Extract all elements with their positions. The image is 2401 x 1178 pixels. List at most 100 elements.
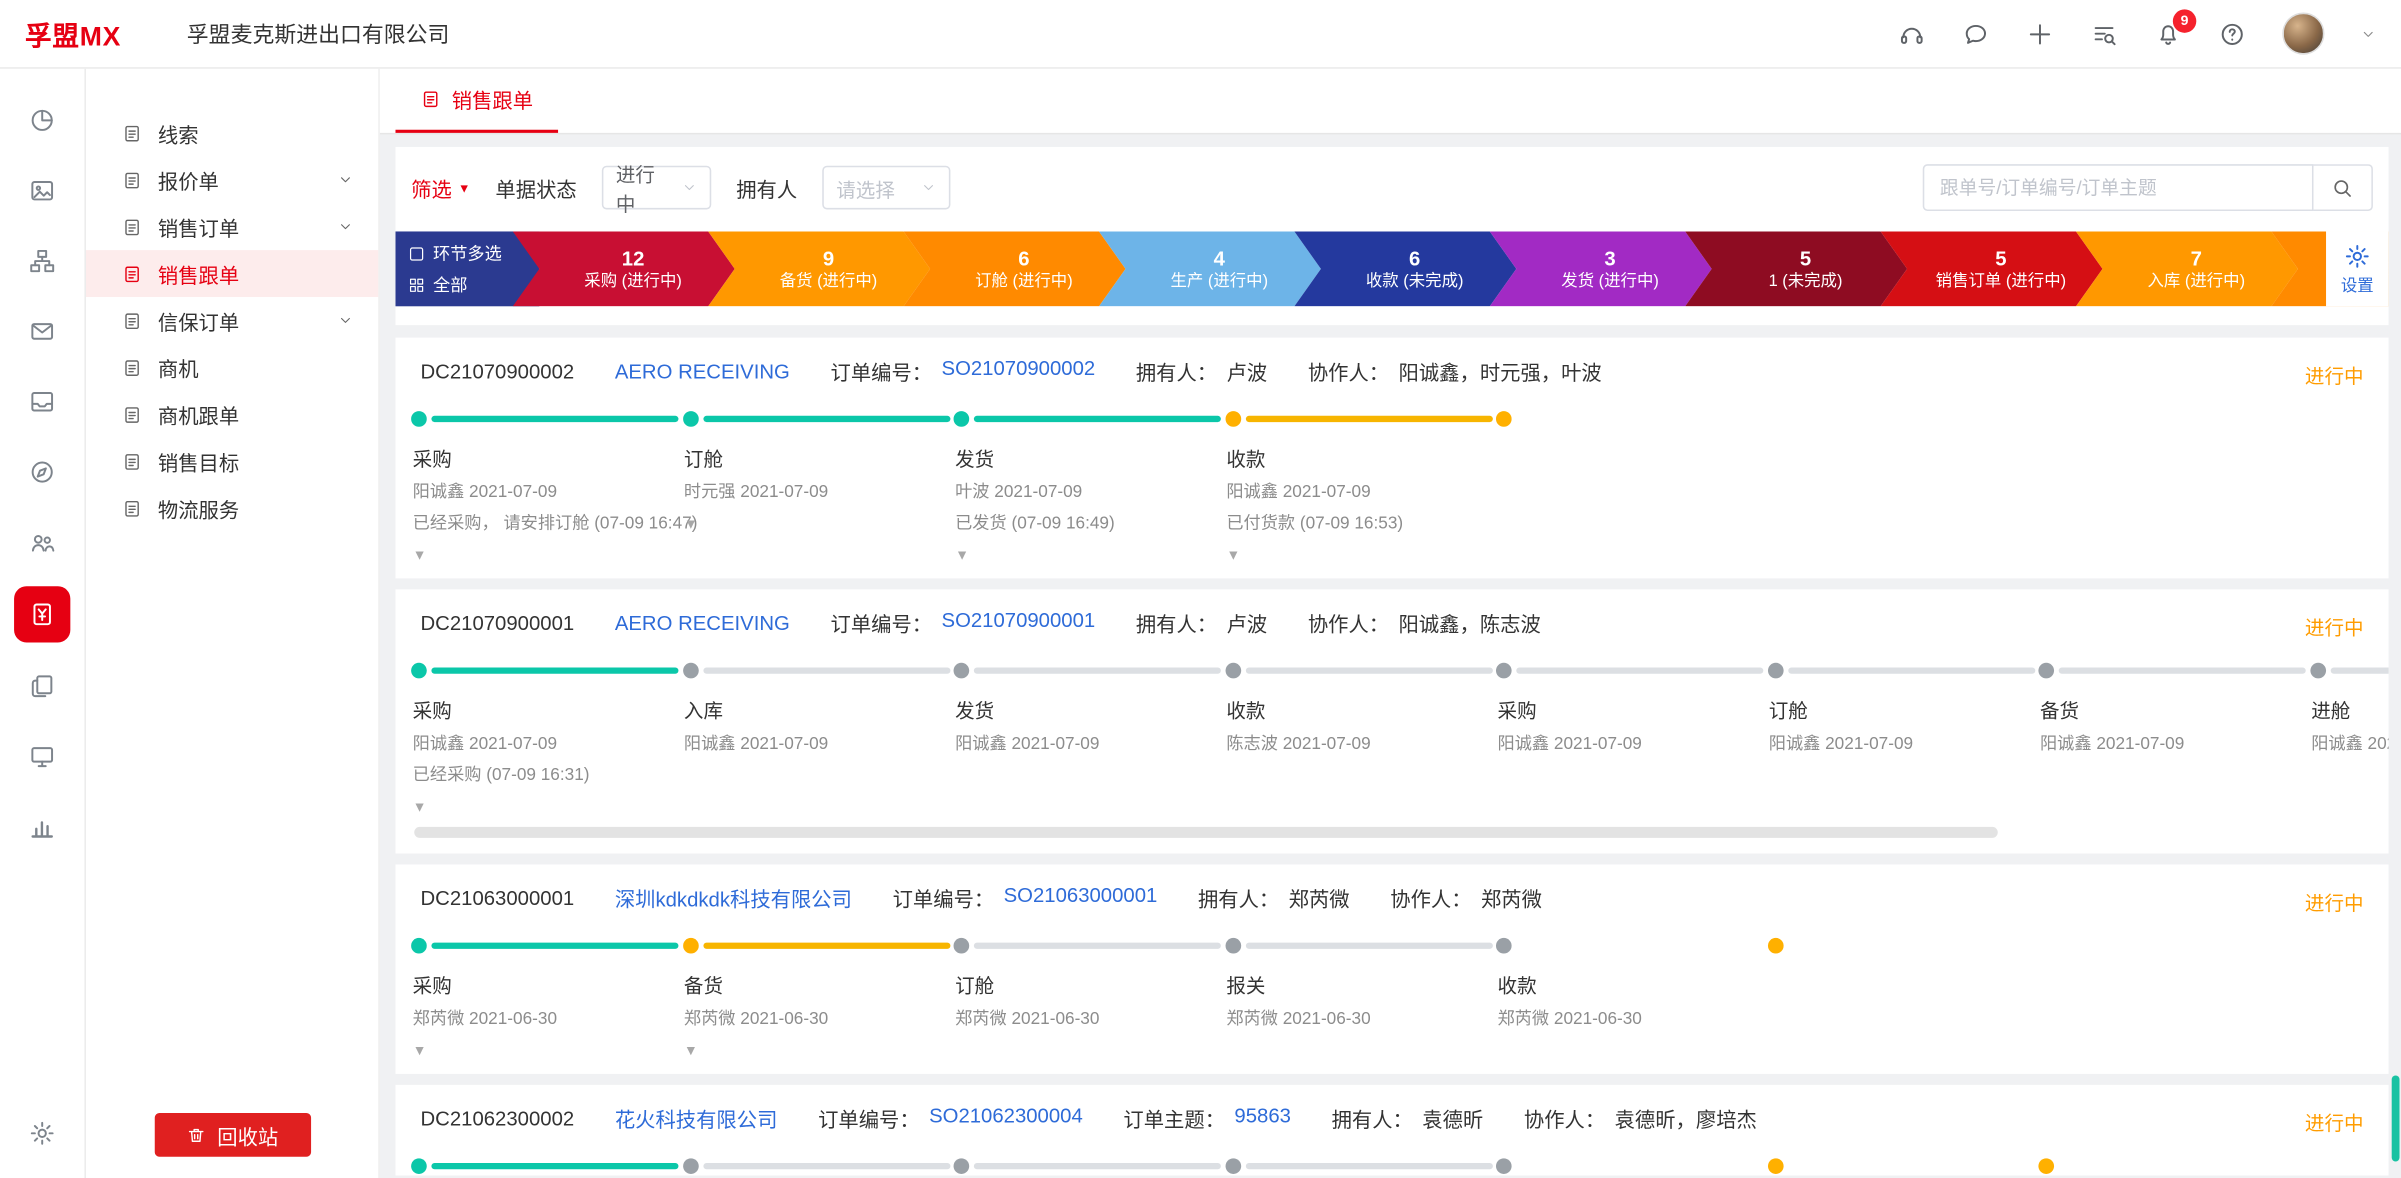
tab-sales-tracking[interactable]: 销售跟单 [395,69,558,133]
flow-stage-6[interactable]: 51 (未完成) [1685,231,1907,306]
expand-arrow[interactable]: ▼ [684,516,709,532]
rail-item-image[interactable] [14,164,70,217]
step-owner-date: 阳诚鑫 2021-07-09 [413,730,683,755]
timeline-dot [1225,1158,1241,1174]
help-icon[interactable] [2218,20,2246,48]
all-stages-toggle[interactable]: 全部 [408,272,539,297]
settings-gear-icon[interactable] [14,1107,70,1160]
search-button[interactable] [2314,164,2373,211]
flow-stage-label: 采购 (进行中) [584,270,682,292]
field-value[interactable]: SO21063000001 [1004,883,1158,913]
recycle-bin-button[interactable]: 回收站 [154,1113,310,1157]
rail-item-mail[interactable] [14,305,70,358]
flow-stage-4[interactable]: 6收款 (未完成) [1294,231,1516,306]
timeline-dot [954,938,970,954]
timeline-dot [1767,938,1783,954]
customer-link[interactable]: AERO RECEIVING [615,611,790,634]
step-name: 订舱 [684,442,954,472]
field-value[interactable]: SO21070900001 [942,608,1096,638]
customer-link[interactable]: 花火科技有限公司 [615,1104,778,1134]
flow-settings-button[interactable]: 设置 [2326,231,2389,306]
step-name: 收款 [1226,442,1496,472]
headset-icon[interactable] [1898,20,1926,48]
flow-stage-5[interactable]: 3发货 (进行中) [1490,231,1712,306]
timeline-line [431,667,678,673]
sidebar-item-2[interactable]: 销售订单 [86,203,378,250]
app-logo: 孚盟MX [25,14,121,53]
sidebar-item-6[interactable]: 商机跟单 [86,391,378,438]
flow-stage-7[interactable]: 5销售订单 (进行中) [1881,231,2103,306]
trash-icon [186,1125,206,1145]
timeline-dot [1496,411,1512,427]
expand-arrow[interactable]: ▼ [413,1043,438,1059]
flow-stage-1[interactable]: 9备货 (进行中) [708,231,930,306]
chevron-down-icon [338,313,354,329]
sidebar-item-4[interactable]: 信保订单 [86,297,378,344]
field-value[interactable]: SO21062300004 [929,1104,1083,1134]
vertical-scrollbar[interactable] [2392,1075,2400,1161]
rail-item-sales-doc[interactable] [14,586,70,642]
tracking-number: DC21063000001 [421,886,575,909]
rail-item-team[interactable] [14,516,70,569]
sidebar-item-7[interactable]: 销售目标 [86,438,378,485]
search-input[interactable] [1923,164,2314,211]
sidebar-item-3[interactable]: 销售跟单 [86,250,378,297]
monitor-icon [28,743,56,771]
rail-item-inbox[interactable] [14,375,70,428]
expand-arrow[interactable]: ▼ [955,547,980,563]
avatar[interactable] [2282,13,2324,55]
rail-item-org-chart[interactable] [14,234,70,287]
expand-arrow[interactable]: ▼ [1226,547,1251,563]
expand-arrow[interactable]: ▼ [413,547,438,563]
tracking-number: DC21062300002 [421,1107,575,1130]
rail-item-pie-chart[interactable] [14,94,70,147]
field-label: 订单编号： [893,883,995,913]
flow-stage-3[interactable]: 4生产 (进行中) [1099,231,1321,306]
horizontal-scrollbar[interactable] [414,827,2370,838]
customer-link[interactable]: 深圳kdkdkdk科技有限公司 [615,883,852,913]
multi-select-toggle[interactable]: 环节多选 [408,241,539,266]
chevron-down-icon[interactable] [2360,26,2376,42]
horizontal-scrollbar-thumb[interactable] [414,827,1998,838]
expand-arrow[interactable]: ▼ [684,1043,709,1059]
flow-stage-8[interactable]: 7入库 (进行中) [2076,231,2298,306]
field-value: 袁德昕，廖培杰 [1615,1104,1757,1134]
bell-icon[interactable]: 9 [2154,20,2182,48]
rail-item-monitor[interactable] [14,730,70,783]
field-value[interactable]: SO21070900002 [942,356,1096,386]
plus-icon[interactable] [2026,20,2054,48]
status-badge: 进行中 [2305,886,2364,916]
status-badge: 进行中 [2305,611,2364,641]
filter-toggle[interactable]: 筛选▼ [411,173,470,203]
expand-arrow[interactable]: ▼ [413,799,438,815]
flow-stage-count: 12 [622,246,645,269]
status-select[interactable]: 进行中 [602,166,711,210]
step-note: 已经采购， 请安排订舱 (07-09 16:47) [413,510,683,535]
chat-icon[interactable] [1962,20,1990,48]
main-area: 销售跟单 筛选▼ 单据状态 进行中 拥有人 [380,69,2401,1178]
step-name: 备货 [684,969,954,999]
status-filter-label: 单据状态 [495,173,576,203]
timeline-line [1245,667,1492,673]
timeline-dot [2038,663,2054,679]
task-search-icon[interactable] [2090,20,2118,48]
timeline-dot [1225,411,1241,427]
flow-stage-0[interactable]: 12采购 (进行中) [513,231,735,306]
timeline-line [2330,667,2389,673]
step-owner-date: 阳诚鑫 2021-07-09 [1498,730,1768,755]
field-value[interactable]: 95863 [1234,1104,1291,1134]
field-value: 阳诚鑫，时元强，叶波 [1399,356,1602,386]
flow-stage-2[interactable]: 6订舱 (进行中) [904,231,1126,306]
step-name: 备货 [2040,694,2310,724]
rail-item-compass[interactable] [14,446,70,499]
sidebar-item-0[interactable]: 线索 [86,109,378,156]
timeline-line [431,943,678,949]
owner-select[interactable]: 请选择 [822,166,950,210]
sidebar-item-1[interactable]: 报价单 [86,156,378,203]
sidebar-item-5[interactable]: 商机 [86,344,378,391]
step-name: 收款 [1498,969,1768,999]
rail-item-bar-chart[interactable] [14,800,70,853]
sidebar-item-8[interactable]: 物流服务 [86,485,378,532]
rail-item-copy[interactable] [14,660,70,713]
customer-link[interactable]: AERO RECEIVING [615,360,790,383]
